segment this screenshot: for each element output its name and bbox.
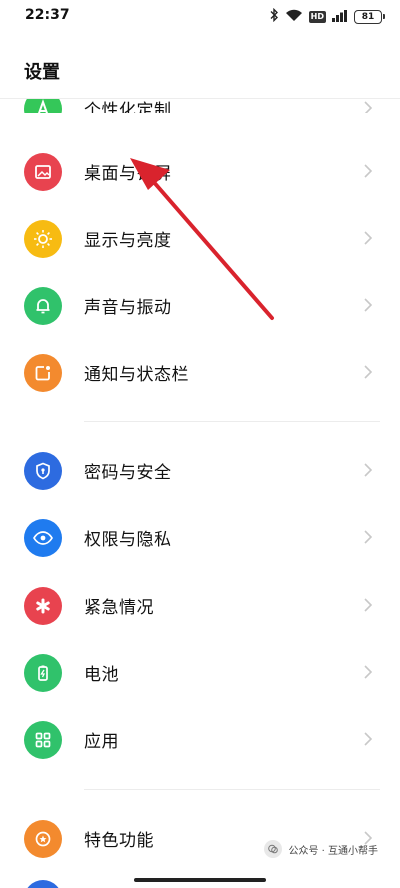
status-icons: HD 81 [269, 7, 385, 26]
settings-item-display-brightness[interactable]: 显示与亮度 [0, 206, 400, 270]
notification-icon [24, 354, 62, 392]
shield-icon [24, 452, 62, 490]
apps-icon [24, 721, 62, 759]
palette-icon [24, 99, 62, 113]
chevron-right-icon [364, 665, 373, 679]
battery-indicator: 81 [354, 9, 385, 24]
settings-item-label: 电池 [84, 665, 119, 685]
sun-icon [24, 220, 62, 258]
settings-item-emergency[interactable]: 紧急情况 [0, 573, 400, 637]
bell-icon [24, 287, 62, 325]
settings-item-label: 显示与亮度 [84, 231, 172, 251]
watermark: 公众号 · 互通小帮手 [264, 840, 378, 858]
settings-item-label: 桌面与锁屏 [84, 164, 172, 184]
settings-item-sound-vibration[interactable]: 声音与振动 [0, 273, 400, 337]
settings-item-label: 通知与状态栏 [84, 365, 189, 385]
group-divider [84, 789, 380, 790]
bluetooth-icon [269, 7, 279, 26]
settings-item-desktop-lockscreen[interactable]: 桌面与锁屏 [0, 139, 400, 203]
home-indicator[interactable] [134, 878, 266, 882]
settings-item-personalization[interactable]: 个性化定制 [0, 99, 400, 113]
signal-icon [332, 7, 348, 26]
settings-item-label: 个性化定制 [84, 101, 172, 113]
wechat-logo-icon [264, 840, 283, 858]
clipped-list-area: 个性化定制 [0, 99, 400, 113]
chevron-right-icon [364, 463, 373, 477]
settings-item-label: 声音与振动 [84, 298, 172, 318]
settings-item-label: 特色功能 [84, 831, 154, 851]
eye-icon [24, 519, 62, 557]
settings-item-label: 紧急情况 [84, 598, 154, 618]
watermark-text: 公众号 · 互通小帮手 [288, 845, 378, 857]
chevron-right-icon [364, 298, 373, 312]
image-icon [24, 153, 62, 191]
settings-item-apps[interactable]: 应用 [0, 707, 400, 771]
chevron-right-icon [364, 732, 373, 746]
battery-icon [24, 654, 62, 692]
settings-item-label: 应用 [84, 732, 119, 752]
settings-item-battery[interactable]: 电池 [0, 640, 400, 704]
next-item-icon [24, 880, 62, 888]
chevron-right-icon [364, 598, 373, 612]
settings-item-notification-statusbar[interactable]: 通知与状态栏 [0, 340, 400, 404]
status-time: 22:37 [25, 7, 70, 23]
asterisk-icon [24, 587, 62, 625]
chevron-right-icon [364, 101, 373, 113]
group-divider [84, 421, 380, 422]
chevron-right-icon [364, 231, 373, 245]
settings-item-special-features[interactable]: 特色功能 [0, 806, 400, 870]
wifi-icon [285, 7, 303, 26]
page-title: 设置 [24, 62, 60, 83]
next-item-peek [24, 880, 62, 888]
chevron-right-icon [364, 164, 373, 178]
hd-icon: HD [308, 10, 326, 23]
star-icon [24, 820, 62, 858]
settings-item-password-security[interactable]: 密码与安全 [0, 438, 400, 502]
chevron-right-icon [364, 365, 373, 379]
settings-item-label: 密码与安全 [84, 463, 172, 483]
settings-item-permission-privacy[interactable]: 权限与隐私 [0, 505, 400, 569]
status-bar: 22:37 HD 81 [0, 0, 400, 30]
settings-item-label: 权限与隐私 [84, 530, 172, 550]
chevron-right-icon [364, 530, 373, 544]
